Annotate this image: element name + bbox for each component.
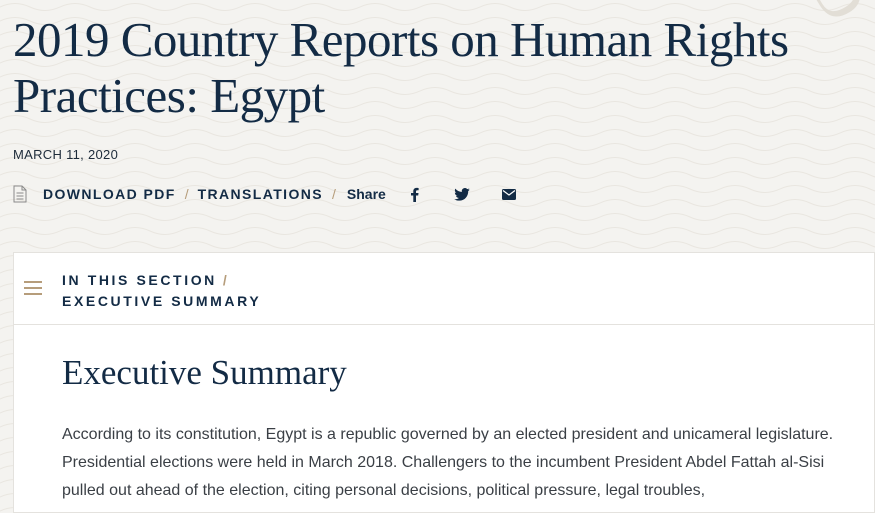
download-pdf-link[interactable]: DOWNLOAD PDF [43,186,176,202]
section-heading: Executive Summary [62,353,347,392]
current-section-label: EXECUTIVE SUMMARY [62,293,262,309]
document-icon[interactable] [13,185,27,203]
content-card: IN THIS SECTION / EXECUTIVE SUMMARY Execu… [13,252,875,513]
twitter-icon[interactable] [451,183,473,205]
hamburger-menu-icon[interactable] [24,281,42,295]
page-title: 2019 Country Reports on Human Rights Pra… [13,12,789,123]
action-separator: / [332,186,336,202]
breadcrumb-separator: / [222,272,227,288]
in-this-section-link[interactable]: IN THIS SECTION / [62,270,261,291]
body-paragraph: According to its constitution, Egypt is … [62,426,834,499]
action-bar: DOWNLOAD PDF / TRANSLATIONS / Share [13,183,545,205]
section-navigation-bar: IN THIS SECTION / EXECUTIVE SUMMARY [14,253,874,325]
publish-date: MARCH 11, 2020 [13,147,119,162]
translations-link[interactable]: TRANSLATIONS [198,186,323,202]
action-separator: / [184,186,189,202]
page-header: 2019 Country Reports on Human Rights Pra… [13,12,853,124]
facebook-icon[interactable] [404,183,426,205]
email-icon[interactable] [498,183,520,205]
breadcrumb: IN THIS SECTION / EXECUTIVE SUMMARY [62,270,261,312]
share-label: Share [346,186,386,202]
